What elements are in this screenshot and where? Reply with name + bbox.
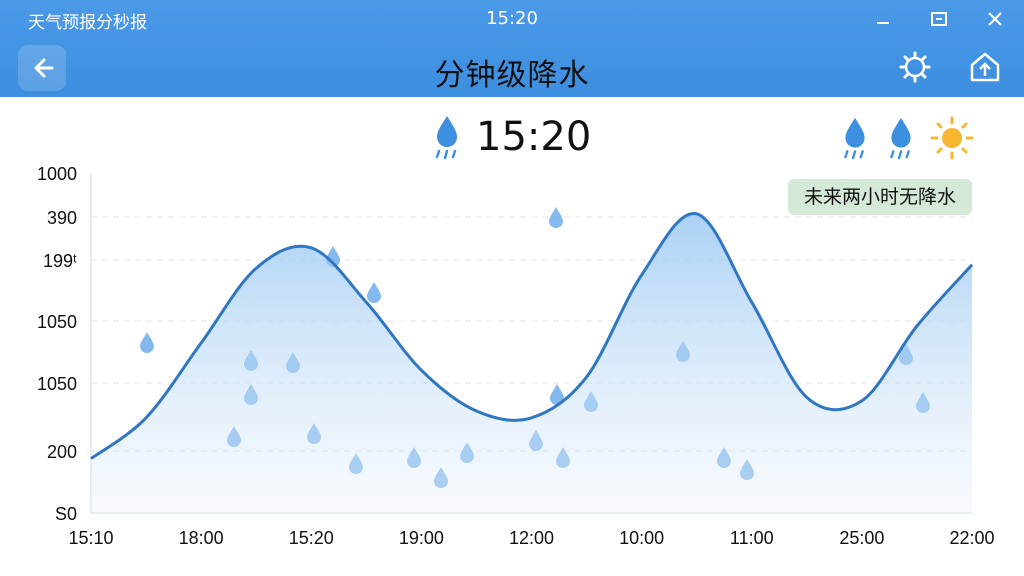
x-tick-label: 18:00 xyxy=(179,528,224,548)
no-precipitation-badge: 未来两小时无降水 xyxy=(788,179,972,215)
y-tick-label: 390 xyxy=(47,208,77,228)
x-tick-label: 25:00 xyxy=(839,528,884,548)
y-tick-label: 199ᵗ xyxy=(43,251,77,271)
y-tick-label: S0 xyxy=(55,504,77,524)
raindrop-icon xyxy=(367,282,381,303)
x-tick-label: 11:00 xyxy=(730,528,774,548)
raindrop-icon xyxy=(140,332,154,353)
x-tick-label: 12:00 xyxy=(509,528,554,548)
precipitation-area xyxy=(91,213,972,513)
y-tick-label: 1050 xyxy=(37,374,77,394)
y-tick-label: 1000 xyxy=(37,164,77,184)
y-tick-label: 200 xyxy=(47,442,77,462)
x-tick-label: 15:20 xyxy=(289,528,334,548)
x-tick-label: 22:00 xyxy=(949,528,994,548)
x-tick-label: 10:00 xyxy=(619,528,664,548)
x-tick-label: 19:00 xyxy=(399,528,444,548)
precipitation-chart: 1000 390 199ᵗ 1050 1050 200 S0 15:10 18:00 15:20… xyxy=(37,164,995,548)
y-tick-label: 1050 xyxy=(37,312,77,332)
x-tick-label: 15:10 xyxy=(68,528,113,548)
raindrop-icon xyxy=(549,207,563,228)
